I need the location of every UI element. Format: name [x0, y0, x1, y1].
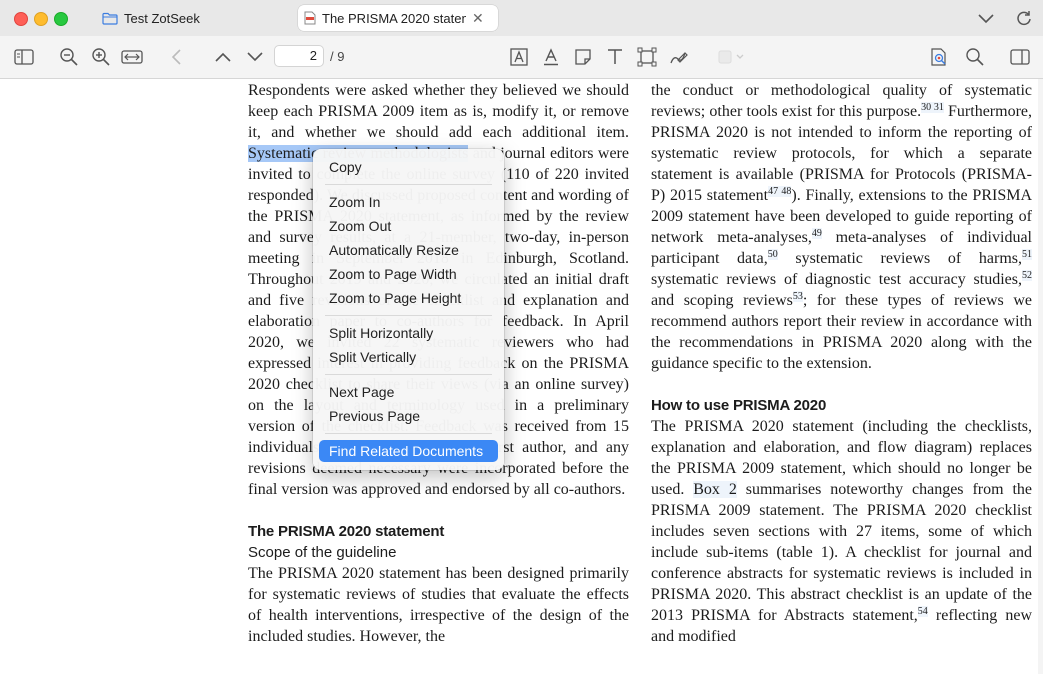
back-icon[interactable] [166, 46, 188, 68]
tab-document-label: The PRISMA 2020 statement: an updated gu… [322, 10, 466, 26]
usage-paragraph: The PRISMA 2020 statement (including the… [651, 416, 1032, 647]
citation-ref[interactable]: 51 [1022, 248, 1032, 260]
menu-separator [325, 184, 492, 185]
citation-ref[interactable]: 54 [917, 605, 928, 617]
tab-document[interactable]: The PRISMA 2020 statement: an updated gu… [298, 5, 498, 31]
zoom-in-icon[interactable] [90, 46, 112, 68]
section-heading: How to use PRISMA 2020 [651, 397, 827, 414]
menu-separator [325, 315, 492, 316]
menu-item-copy[interactable]: Copy [329, 156, 362, 178]
menu-separator [325, 433, 492, 434]
scope-continued-paragraph: the conduct or methodological quality of… [651, 80, 1032, 374]
menu-item-zoom-in[interactable]: Zoom In [329, 191, 380, 213]
tab-bar: Test ZotSeek The PRISMA 2020 statement: … [0, 0, 1043, 36]
text-box-icon[interactable] [508, 46, 530, 68]
menu-item-zoom-height[interactable]: Zoom to Page Height [329, 287, 461, 309]
zoom-out-icon[interactable] [58, 46, 80, 68]
page-down-icon[interactable] [244, 46, 266, 68]
section-subheading: Scope of the guideline [248, 544, 397, 561]
highlight-text-icon[interactable] [540, 46, 562, 68]
page-number-input[interactable]: 2 [274, 45, 324, 67]
menu-item-split-horizontal[interactable]: Split Horizontally [329, 322, 433, 344]
menu-item-find-related-documents[interactable]: Find Related Documents [319, 440, 498, 462]
pdf-right-column: the conduct or methodological quality of… [651, 80, 1032, 647]
menu-item-auto-resize[interactable]: Automatically Resize [329, 239, 459, 261]
citation-ref[interactable]: 49 [811, 227, 822, 239]
tab-close-icon[interactable]: ✕ [472, 10, 484, 27]
zoom-window-button[interactable] [54, 12, 68, 26]
chevron-down-icon[interactable] [976, 8, 996, 33]
refresh-icon[interactable] [1014, 8, 1034, 33]
menu-item-zoom-width[interactable]: Zoom to Page Width [329, 263, 457, 285]
menu-item-zoom-out[interactable]: Zoom Out [329, 215, 391, 237]
scrollbar[interactable] [1038, 79, 1043, 674]
menu-item-next-page[interactable]: Next Page [329, 381, 394, 403]
text-run: Respondents were asked whether they beli… [248, 82, 629, 141]
area-select-icon[interactable] [636, 46, 658, 68]
pdf-icon [304, 11, 316, 25]
text-run: summarises noteworthy changes from the P… [651, 481, 1033, 624]
section-heading: The PRISMA 2020 statement [248, 523, 445, 540]
reader-toolbar: 2 / 9 [0, 36, 1043, 79]
citation-ref[interactable]: 53 [792, 290, 803, 302]
close-window-button[interactable] [14, 12, 28, 26]
menu-item-previous-page[interactable]: Previous Page [329, 405, 420, 427]
menu-separator [325, 374, 492, 375]
context-menu: Copy Zoom In Zoom Out Automatically Resi… [313, 149, 504, 470]
menu-item-split-vertical[interactable]: Split Vertically [329, 346, 416, 368]
sidebar-toggle-icon[interactable] [13, 46, 35, 68]
page-up-icon[interactable] [212, 46, 234, 68]
fit-width-icon[interactable] [121, 46, 143, 68]
text-run: systematic reviews of harms, [777, 250, 1022, 267]
scope-paragraph: The PRISMA 2020 statement has been desig… [248, 565, 629, 645]
box-link[interactable]: Box 2 [693, 481, 737, 498]
tab-library-label: Test ZotSeek [124, 10, 200, 26]
text-run: systematic reviews of diagnostic test ac… [651, 271, 1022, 288]
folder-icon [102, 12, 118, 25]
citation-ref[interactable]: 50 [767, 248, 778, 260]
minimize-window-button[interactable] [34, 12, 48, 26]
tab-library[interactable]: Test ZotSeek [96, 5, 286, 31]
page-total-label: / 9 [330, 49, 345, 64]
reader-window: Test ZotSeek The PRISMA 2020 statement: … [0, 0, 1043, 674]
color-picker-icon[interactable] [716, 46, 748, 68]
note-icon[interactable] [572, 46, 594, 68]
citation-ref[interactable]: 47 48 [768, 185, 792, 197]
citation-ref[interactable]: 52 [1022, 269, 1032, 281]
ink-icon[interactable] [668, 46, 690, 68]
citation-ref[interactable]: 30 31 [921, 101, 944, 113]
text-run: and scoping reviews [651, 292, 793, 309]
text-icon[interactable] [604, 46, 626, 68]
find-related-icon[interactable] [928, 46, 950, 68]
search-icon[interactable] [964, 46, 986, 68]
context-pane-icon[interactable] [1009, 46, 1031, 68]
